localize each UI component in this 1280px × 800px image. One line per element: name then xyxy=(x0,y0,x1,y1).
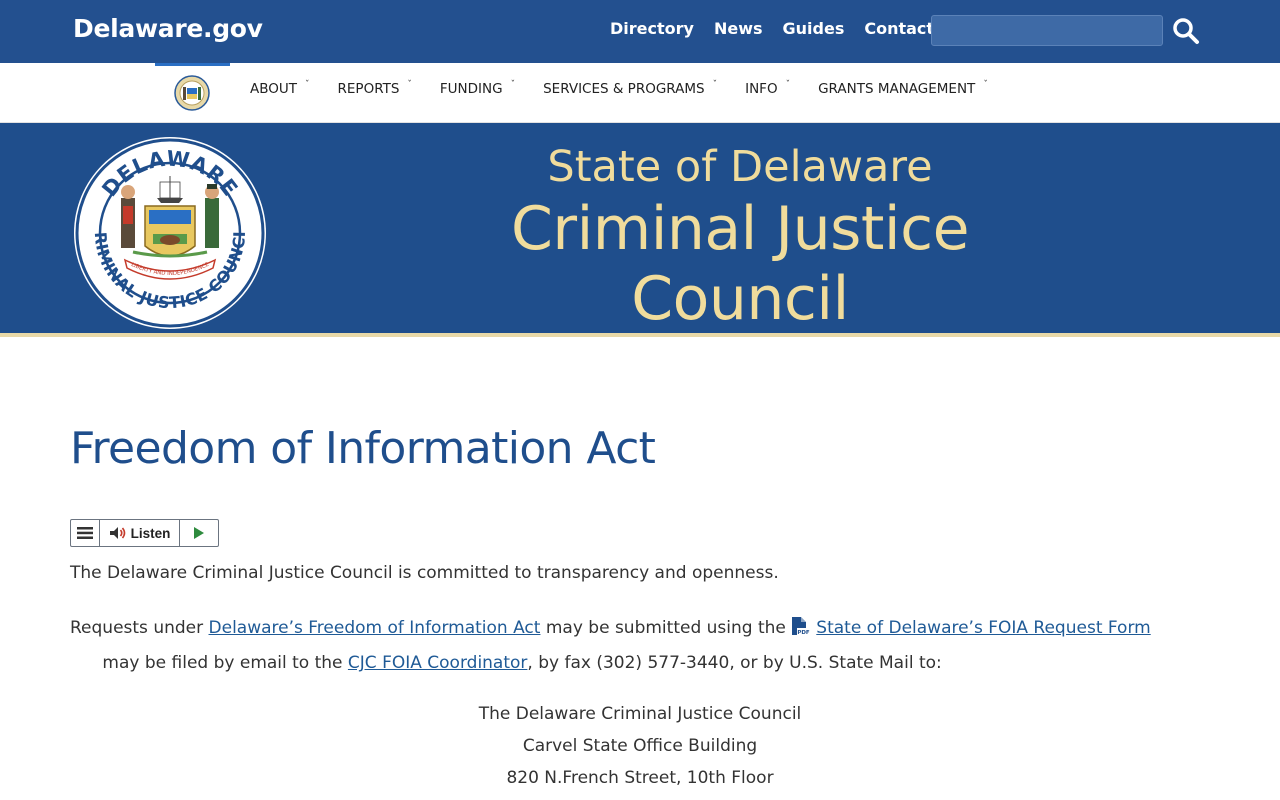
page-title: Freedom of Information Act xyxy=(70,423,656,474)
nav-funding[interactable]: FUNDING ˇ xyxy=(439,80,516,97)
play-button[interactable] xyxy=(180,520,218,546)
search-icon xyxy=(1173,17,1199,44)
nav-reports[interactable]: REPORTS ˇ xyxy=(337,80,412,97)
nav-label: INFO xyxy=(745,81,778,97)
foia-paragraph: Requests under Delaware’s Freedom of Inf… xyxy=(70,612,1200,679)
listen-menu-button[interactable] xyxy=(71,520,100,546)
chevron-down-icon: ˇ xyxy=(712,80,718,90)
address-line: The Delaware Criminal Justice Council xyxy=(478,704,802,724)
listen-button[interactable]: Listen xyxy=(100,520,180,546)
text-segment: , by fax (302) 577-3440, or by U.S. Stat… xyxy=(527,653,942,673)
contact-link[interactable]: Contact xyxy=(864,19,934,38)
nav-label: FUNDING xyxy=(439,81,503,97)
speaker-icon xyxy=(109,527,125,539)
intro-paragraph: The Delaware Criminal Justice Council is… xyxy=(70,563,779,583)
play-icon xyxy=(194,527,204,539)
nav-grants-management[interactable]: GRANTS MANAGEMENT ˇ xyxy=(818,80,988,97)
text-segment: may be filed by email to the xyxy=(70,653,348,673)
pdf-file-icon: PDF xyxy=(791,615,811,647)
nav-label: SERVICES & PROGRAMS xyxy=(543,81,705,97)
news-link[interactable]: News xyxy=(714,19,763,38)
nav-label: ABOUT xyxy=(250,81,298,97)
nav-accent-bar xyxy=(155,63,230,66)
delaware-gov-logo[interactable]: Delaware.gov xyxy=(73,14,263,43)
guides-link[interactable]: Guides xyxy=(783,19,845,38)
nav-label: GRANTS MANAGEMENT xyxy=(818,81,976,97)
svg-text:PDF: PDF xyxy=(798,630,811,636)
address-line: Carvel State Office Building xyxy=(522,736,758,756)
cjc-foia-coordinator-link[interactable]: CJC FOIA Coordinator xyxy=(348,653,528,673)
hero-subtitle: State of Delaware xyxy=(547,142,933,192)
nav-seal-icon[interactable] xyxy=(174,75,210,111)
top-links: Directory News Guides Contact xyxy=(610,19,954,38)
listen-label: Listen xyxy=(130,525,171,541)
foia-act-link[interactable]: Delaware’s Freedom of Information Act xyxy=(209,618,541,638)
search-input[interactable] xyxy=(931,15,1163,46)
nav-info[interactable]: INFO ˇ xyxy=(745,80,791,97)
foia-request-form-link[interactable]: State of Delaware’s FOIA Request Form xyxy=(816,618,1150,638)
chevron-down-icon: ˇ xyxy=(785,80,791,90)
directory-link[interactable]: Directory xyxy=(610,19,694,38)
text-segment: may be submitted using the xyxy=(540,618,792,638)
hero-title: Criminal Justice Council xyxy=(511,194,969,334)
search-button[interactable] xyxy=(1170,16,1202,48)
chevron-down-icon: ˇ xyxy=(510,80,516,90)
nav-about[interactable]: ABOUT ˇ xyxy=(250,80,310,97)
chevron-down-icon: ˇ xyxy=(983,80,988,90)
main-nav: ABOUT ˇ REPORTS ˇ FUNDING ˇ SERVICES & PROG… xyxy=(0,63,1280,123)
menu-icon xyxy=(77,527,93,539)
readspeaker-player: Listen xyxy=(70,519,219,547)
address-line: 820 N.French Street, 10th Floor xyxy=(506,768,774,788)
chevron-down-icon: ˇ xyxy=(407,80,412,90)
top-bar: Delaware.gov Directory News Guides Conta… xyxy=(0,0,1280,63)
cjc-seal-icon: DELAWARE CRIMINAL JUSTICE COUNCIL LIBERT… xyxy=(73,136,266,329)
nav-services-programs[interactable]: SERVICES & PROGRAMS ˇ xyxy=(543,80,718,97)
nav-label: REPORTS xyxy=(337,81,400,97)
text-segment: Requests under xyxy=(70,618,209,638)
chevron-down-icon: ˇ xyxy=(305,80,310,90)
